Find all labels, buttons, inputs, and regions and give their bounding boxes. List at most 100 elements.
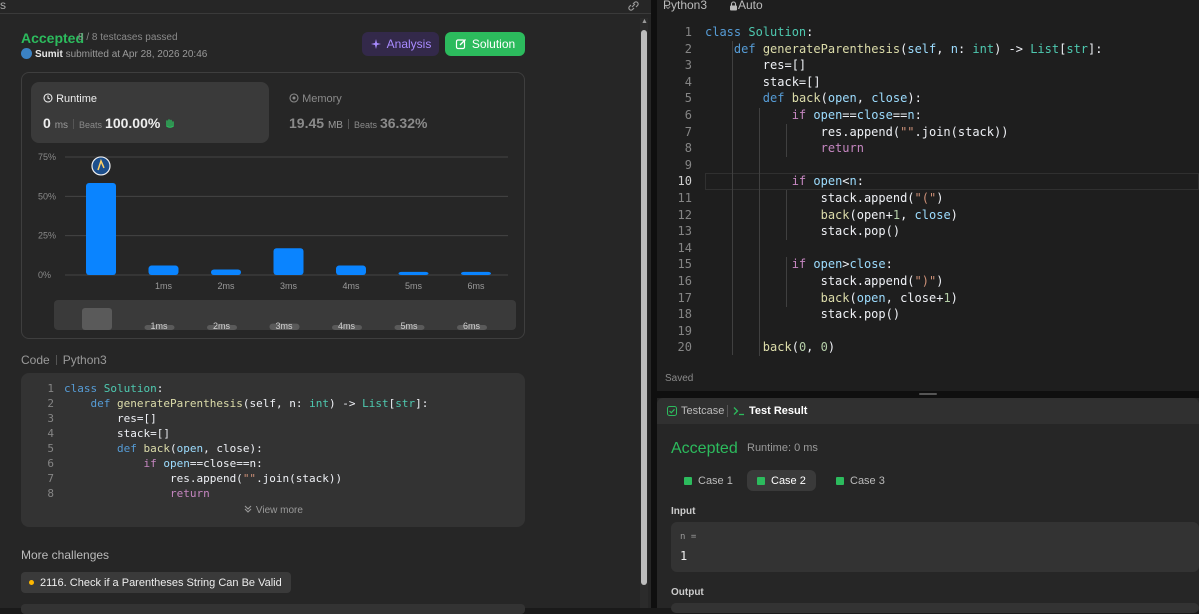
mini-tick-label: 4ms xyxy=(338,321,356,330)
editor-line[interactable]: 15 if open>close: xyxy=(657,256,893,273)
editor-line[interactable]: 6 if open==close==n: xyxy=(657,107,922,124)
code-language: Python3 xyxy=(62,353,107,367)
submitter-name[interactable]: Sumit xyxy=(35,49,63,60)
scrollbar-thumb[interactable] xyxy=(641,30,647,585)
mode-indicator[interactable]: Auto xyxy=(729,0,763,13)
view-more-link[interactable]: View more xyxy=(21,504,525,516)
solution-label: Solution xyxy=(471,37,516,51)
memory-value: 19.45 MB Beats 36.32% xyxy=(289,115,427,131)
analysis-button[interactable]: Analysis xyxy=(362,32,439,56)
editor-line[interactable]: 20 back(0, 0) xyxy=(657,339,836,356)
chart-bar[interactable] xyxy=(398,271,429,275)
tab-testcase-label: Testcase xyxy=(681,405,725,417)
left-scrollbar[interactable]: ▲ xyxy=(640,18,648,608)
mini-tick-label: 3ms xyxy=(275,321,293,330)
editor-line[interactable]: 19 xyxy=(657,323,705,340)
y-tick-label: 0% xyxy=(38,270,51,280)
tab-test-result[interactable]: Test Result xyxy=(733,405,807,417)
submission-panel: s Accepted 8 / 8 testcases passed Sumit … xyxy=(0,0,651,614)
editor-toolbar: Python3 ⌄ Auto xyxy=(657,0,1199,14)
runtime-title: Runtime xyxy=(43,93,97,105)
editor-line[interactable]: 11 stack.append("(") xyxy=(657,190,944,207)
editor-line[interactable]: 10 if open<n: xyxy=(657,173,864,190)
case-2-button[interactable]: Case 2 xyxy=(747,470,816,491)
avatar[interactable] xyxy=(21,48,32,59)
challenge-link[interactable]: 2116. Check if a Parentheses String Can … xyxy=(21,572,291,593)
case-3-label: Case 3 xyxy=(850,474,885,487)
code-editor[interactable]: Python3 ⌄ Auto 1 class Solution: 2 def gen… xyxy=(657,0,1199,391)
editor-line[interactable]: 14 xyxy=(657,240,705,257)
input-value: 1 xyxy=(680,549,688,563)
editor-line[interactable]: 2 def generateParenthesis(self, n: int) … xyxy=(657,41,1103,58)
indent-guide xyxy=(732,41,733,355)
result-runtime: Runtime: 0 ms xyxy=(747,442,818,454)
indent-guide xyxy=(786,190,787,240)
x-tick-label: 3ms xyxy=(280,281,298,291)
link-icon[interactable] xyxy=(627,0,641,12)
difficulty-dot xyxy=(29,580,34,585)
hands-clap-icon xyxy=(166,119,175,128)
editor-line[interactable]: 13 stack.pop() xyxy=(657,223,901,240)
chart-bar[interactable] xyxy=(336,265,366,275)
input-variable: n = xyxy=(680,532,697,542)
runtime-unit: ms xyxy=(54,120,69,131)
tab-testcase[interactable]: Testcase xyxy=(667,405,724,417)
test-tabs: Testcase Test Result xyxy=(657,398,1199,424)
code-line: 7 res.append("".join(stack)) xyxy=(47,472,343,485)
editor-line[interactable]: 12 back(open+1, close) xyxy=(657,207,958,224)
mode-label: Auto xyxy=(738,0,763,12)
case-1-button[interactable]: Case 1 xyxy=(674,470,743,491)
editor-line[interactable]: 1 class Solution: xyxy=(657,24,814,41)
mini-chart-svg: 1ms 2ms 3ms 4ms 5ms 6ms xyxy=(82,308,487,331)
editor-line[interactable]: 4 stack=[] xyxy=(657,74,821,91)
code-line: 4 stack=[] xyxy=(47,427,170,440)
testcases-passed: 8 / 8 testcases passed xyxy=(78,32,178,43)
editor-line[interactable]: 5 def back(open, close): xyxy=(657,90,922,107)
truncated-tab-label: s xyxy=(0,0,6,12)
editor-line[interactable]: 16 stack.append(")") xyxy=(657,273,944,290)
code-line: 5 def back(open, close): xyxy=(47,442,263,455)
challenge-link-partial[interactable] xyxy=(21,604,525,614)
chevrons-down-icon xyxy=(244,505,252,513)
y-tick-label: 50% xyxy=(38,191,56,201)
solution-button[interactable]: Solution xyxy=(445,32,525,56)
case-1-label: Case 1 xyxy=(698,474,733,487)
editor-line[interactable]: 7 res.append("".join(stack)) xyxy=(657,124,1009,141)
result-status: Accepted xyxy=(671,440,738,457)
scroll-up-arrow-icon[interactable]: ▲ xyxy=(641,18,648,25)
editor-line[interactable]: 9 xyxy=(657,157,705,174)
chart-bar[interactable] xyxy=(148,265,179,275)
code-line: 2 def generateParenthesis(self, n: int) … xyxy=(47,397,429,410)
editor-line[interactable]: 17 back(open, close+1) xyxy=(657,290,958,307)
test-result-panel: Testcase Test Result Accepted Runtime: 0… xyxy=(657,398,1199,613)
range-selector[interactable]: 1ms 2ms 3ms 4ms 5ms 6ms xyxy=(54,300,516,331)
indent-guide xyxy=(786,257,787,307)
runtime-number: 0 xyxy=(43,115,51,131)
case-3-button[interactable]: Case 3 xyxy=(826,470,895,491)
mini-tick-label: 2ms xyxy=(213,321,231,330)
mini-tick-label: 1ms xyxy=(150,321,168,330)
chart-bar[interactable] xyxy=(86,182,116,275)
x-tick-label: 1ms xyxy=(155,281,173,291)
view-more-label: View more xyxy=(255,505,303,516)
x-tick-label: 6ms xyxy=(467,281,485,291)
x-tick-label: 4ms xyxy=(342,281,360,291)
output-box xyxy=(671,603,1199,613)
editor-line[interactable]: 18 stack.pop() xyxy=(657,306,901,323)
input-label: Input xyxy=(671,506,696,517)
chart-bar[interactable] xyxy=(461,271,491,275)
terminal-icon xyxy=(733,407,744,416)
chart-bar[interactable] xyxy=(273,248,304,275)
chart-bar[interactable] xyxy=(211,269,241,275)
memory-card[interactable]: Memory 19.45 MB Beats 36.32% xyxy=(277,82,515,143)
panel-tab-strip: s xyxy=(0,0,651,14)
code-line: 8 return xyxy=(47,487,210,500)
editor-line[interactable]: 8 return xyxy=(657,140,864,157)
lock-icon xyxy=(730,1,737,11)
chevron-down-icon: ⌄ xyxy=(663,0,674,12)
runtime-card[interactable]: Runtime 0 ms Beats 100.00% xyxy=(31,82,269,143)
runtime-value: 0 ms Beats 100.00% xyxy=(43,115,176,131)
code-header: Code Python3 xyxy=(21,353,107,367)
horizontal-splitter[interactable] xyxy=(657,391,1199,398)
splitter-grip[interactable] xyxy=(919,393,937,395)
